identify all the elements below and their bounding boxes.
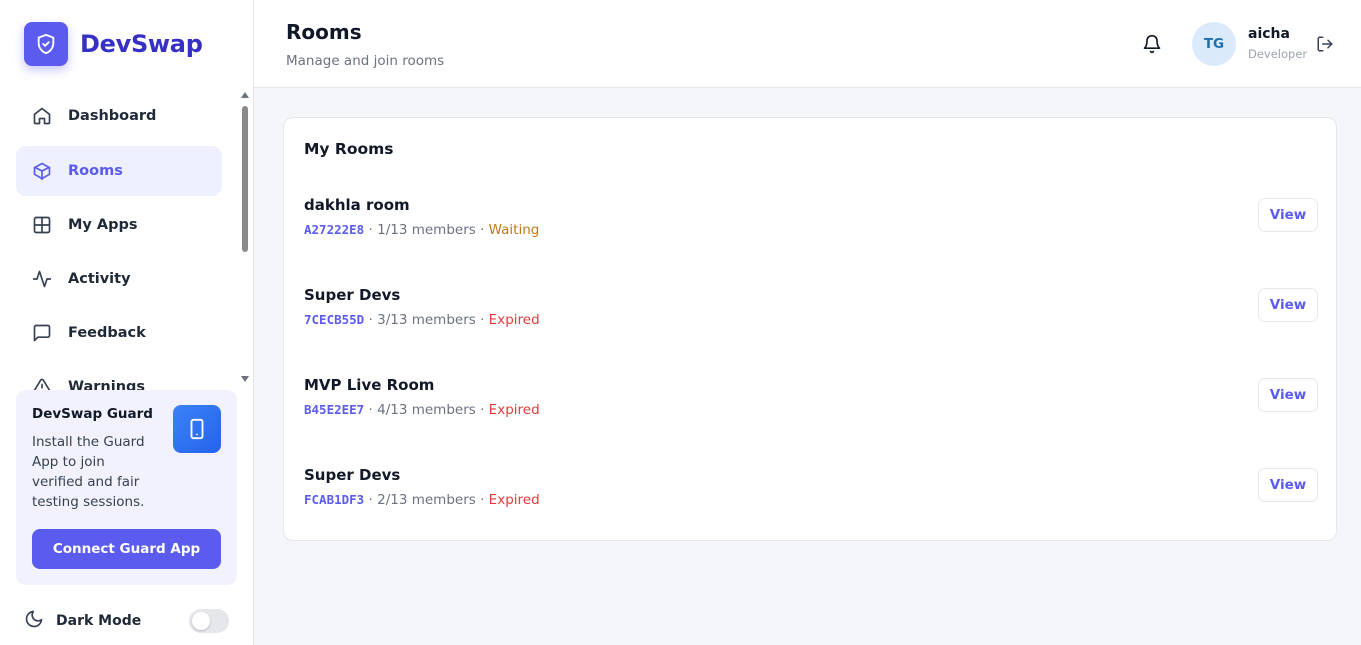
avatar[interactable]: TG: [1192, 22, 1236, 66]
grid-icon: [32, 215, 52, 235]
room-meta: A27222E8 · 1/13 members · Waiting: [304, 222, 539, 238]
home-icon: [32, 106, 52, 126]
room-code[interactable]: B45E2EE7: [304, 402, 364, 417]
separator: ·: [368, 222, 378, 238]
alert-triangle-icon: [32, 377, 52, 390]
dark-mode-label: Dark Mode: [56, 613, 142, 629]
view-room-button[interactable]: View: [1258, 378, 1318, 412]
room-row: dakhla room A27222E8 · 1/13 members · Wa…: [304, 196, 1318, 256]
smartphone-icon: [173, 405, 221, 453]
separator: ·: [368, 492, 378, 508]
status-badge: Waiting: [488, 222, 540, 238]
sidebar-item-label: Warnings: [68, 379, 146, 390]
room-meta: B45E2EE7 · 4/13 members · Expired: [304, 402, 540, 418]
sidebar-item-feedback[interactable]: Feedback: [16, 308, 222, 358]
user-name: aicha: [1248, 26, 1290, 42]
room-meta: FCAB1DF3 · 2/13 members · Expired: [304, 492, 540, 508]
status-badge: Expired: [488, 402, 540, 418]
room-members: 2/13 members: [377, 492, 476, 508]
scroll-thumb[interactable]: [242, 106, 248, 252]
separator: ·: [475, 402, 489, 418]
scroll-down-arrow-icon[interactable]: [241, 376, 249, 382]
page-subtitle: Manage and join rooms: [286, 53, 445, 69]
sidebar-nav: Dashboard Rooms My Apps Activity Feedbac…: [0, 90, 254, 390]
room-members: 1/13 members: [377, 222, 476, 238]
scroll-up-arrow-icon[interactable]: [241, 92, 249, 98]
card-title: My Rooms: [304, 140, 394, 158]
sidebar-item-activity[interactable]: Activity: [16, 254, 222, 304]
room-meta: 7CECB55D · 3/13 members · Expired: [304, 312, 540, 328]
separator: ·: [368, 402, 378, 418]
user-role: Developer: [1248, 47, 1308, 61]
sidebar-item-label: Dashboard: [68, 108, 157, 124]
my-rooms-card: My Rooms dakhla room A27222E8 · 1/13 mem…: [283, 117, 1337, 541]
room-code[interactable]: FCAB1DF3: [304, 492, 364, 507]
sidebar-item-label: Activity: [68, 271, 131, 287]
sidebar-item-label: Rooms: [68, 163, 123, 179]
activity-icon: [32, 269, 52, 289]
room-name: Super Devs: [304, 286, 401, 304]
status-badge: Expired: [488, 492, 540, 508]
cube-icon: [32, 161, 52, 181]
dark-mode-row: Dark Mode: [24, 608, 230, 634]
brand[interactable]: DevSwap: [24, 22, 203, 66]
room-row: MVP Live Room B45E2EE7 · 4/13 members · …: [304, 376, 1318, 436]
logout-icon[interactable]: [1316, 35, 1334, 53]
sidebar-item-label: My Apps: [68, 217, 138, 233]
page-title: Rooms: [286, 20, 362, 44]
connect-guard-app-button[interactable]: Connect Guard App: [32, 529, 221, 569]
room-row: Super Devs FCAB1DF3 · 2/13 members · Exp…: [304, 466, 1318, 526]
room-row: Super Devs 7CECB55D · 3/13 members · Exp…: [304, 286, 1318, 346]
view-room-button[interactable]: View: [1258, 198, 1318, 232]
toggle-knob: [192, 612, 210, 630]
sidebar: DevSwap Dashboard Rooms My Apps Activity: [0, 0, 254, 645]
room-code[interactable]: A27222E8: [304, 222, 364, 237]
dark-mode-toggle[interactable]: [189, 609, 229, 633]
moon-icon: [24, 609, 44, 633]
view-room-button[interactable]: View: [1258, 468, 1318, 502]
message-square-icon: [32, 323, 52, 343]
separator: ·: [475, 222, 489, 238]
shield-check-icon: [24, 22, 68, 66]
sidebar-item-warnings[interactable]: Warnings: [16, 362, 222, 390]
separator: ·: [368, 312, 378, 328]
brand-name: DevSwap: [80, 30, 203, 58]
separator: ·: [475, 312, 489, 328]
room-members: 3/13 members: [377, 312, 476, 328]
guard-title: DevSwap Guard: [32, 406, 153, 422]
sidebar-scrollbar[interactable]: [240, 92, 250, 384]
sidebar-item-rooms[interactable]: Rooms: [16, 146, 222, 196]
separator: ·: [475, 492, 489, 508]
sidebar-item-dashboard[interactable]: Dashboard: [16, 91, 222, 141]
guard-promo-card: DevSwap Guard Install the Guard App to j…: [16, 390, 237, 585]
view-room-button[interactable]: View: [1258, 288, 1318, 322]
sidebar-item-label: Feedback: [68, 325, 146, 341]
room-name: MVP Live Room: [304, 376, 435, 394]
room-code[interactable]: 7CECB55D: [304, 312, 364, 327]
guard-description: Install the Guard App to join verified a…: [32, 434, 145, 510]
room-name: dakhla room: [304, 196, 410, 214]
room-members: 4/13 members: [377, 402, 476, 418]
bell-icon[interactable]: [1142, 34, 1162, 54]
room-name: Super Devs: [304, 466, 401, 484]
status-badge: Expired: [488, 312, 540, 328]
top-header: Rooms Manage and join rooms TG aicha Dev…: [254, 0, 1361, 88]
sidebar-item-my-apps[interactable]: My Apps: [16, 200, 222, 250]
